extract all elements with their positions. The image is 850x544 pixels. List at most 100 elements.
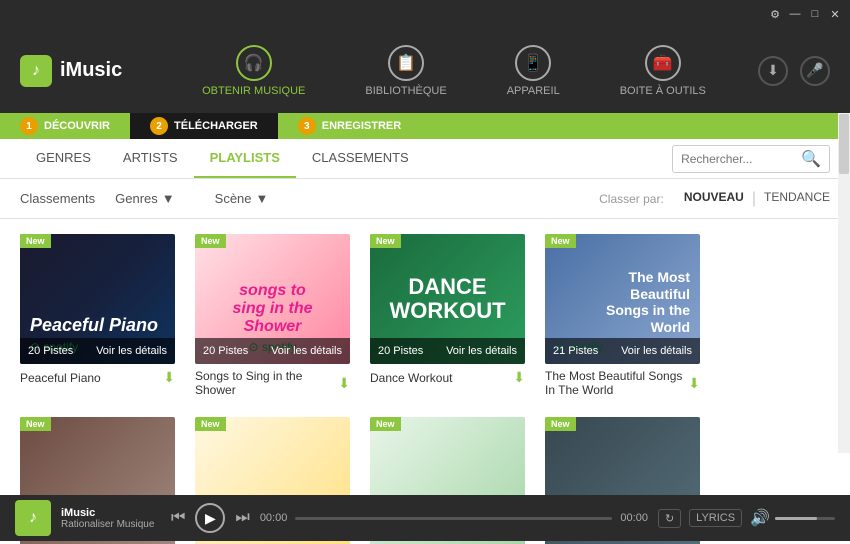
scene-arrow-icon: ▼ [256,191,269,206]
new-badge-row2-0: New [20,417,51,431]
filters-bar: Classements Genres ▼ Scène ▼ Classer par… [0,179,850,219]
player-thumbnail: ♪ [15,500,51,536]
playlist-thumb-dance: New DANCEWORKOUT 20 Pistes Voir les déta… [370,234,525,364]
volume-icon: 🔊 [750,508,770,528]
progress-section: 00:00 00:00 [260,512,648,524]
minimize-icon[interactable]: — [788,7,802,21]
close-icon[interactable]: ✕ [828,7,842,21]
decouvrir-label: DÉCOUVRIR [44,120,110,132]
playlist-footer-dance: 20 Pistes Voir les détails [370,338,525,364]
subnav-telecharger[interactable]: 2 TÉLÉCHARGER [130,113,278,139]
subnav-enregistrer[interactable]: 3 ENREGISTRER [278,113,421,139]
maximize-icon[interactable]: □ [808,7,822,21]
track-count-shower: 20 Pistes [203,345,248,357]
playlist-title-peaceful: Peaceful Piano [20,371,163,385]
volume-bar[interactable] [775,517,835,520]
player-right: ↻ LYRICS 🔊 [658,508,835,528]
search-icon: 🔍 [801,149,821,169]
sort-tendance[interactable]: TENDANCE [764,190,830,208]
new-badge-shower: New [195,234,226,248]
search-input[interactable] [681,152,801,166]
thumb-title-peaceful: Peaceful Piano [30,315,165,336]
repeat-button[interactable]: ↻ [658,509,681,528]
enregistrer-label: ENREGISTRER [322,120,401,132]
library-icon: 📋 [388,45,424,81]
tab-appareil[interactable]: 📱 APPAREIL [477,37,590,105]
new-badge-beautiful: New [545,234,576,248]
sort-label: Classer par: [599,192,664,206]
prev-button[interactable]: ⏮ [171,509,185,527]
headphones-icon: 🎧 [236,45,272,81]
sort-options: NOUVEAU | TENDANCE [684,190,830,208]
player-info: iMusic Rationaliser Musique [61,507,161,530]
app-title: iMusic [60,59,122,82]
new-badge-dance: New [370,234,401,248]
player-controls: ⏮ ▶ ⏭ [171,503,250,533]
main-nav: 🎧 OBTENIR MUSIQUE 📋 BIBLIOTHÈQUE 📱 APPAR… [150,37,758,105]
playlist-title-beautiful: The Most Beautiful Songs In The World [545,369,688,397]
nav-genres[interactable]: GENRES [20,139,107,178]
play-button[interactable]: ▶ [195,503,225,533]
details-link-beautiful[interactable]: Voir les détails [621,345,692,357]
content-nav: GENRES ARTISTS PLAYLISTS CLASSEMENTS 🔍 [0,139,850,179]
download-icon-peaceful[interactable]: ⬇ [163,369,175,386]
details-link-dance[interactable]: Voir les détails [446,345,517,357]
new-badge-kids: New [370,417,401,431]
thumb-title-dance: DANCEWORKOUT [389,275,505,323]
next-button[interactable]: ⏭ [235,509,249,527]
logo-icon: ♪ [20,55,52,87]
playlist-footer-peaceful: 20 Pistes Voir les détails [20,338,175,364]
enregistrer-badge: 3 [298,117,316,135]
progress-bar[interactable] [295,517,612,520]
decouvrir-badge: 1 [20,117,38,135]
download-icon-beautiful[interactable]: ⬇ [688,375,700,392]
playlist-card-songs-shower[interactable]: New songs tosing in theShower ⊙ spotify … [195,234,350,402]
playlist-thumb-beautiful: New The MostBeautifulSongs in theWorld ⊙… [545,234,700,364]
scrollbar[interactable] [838,113,850,453]
playlist-thumb-shower: New songs tosing in theShower ⊙ spotify … [195,234,350,364]
playlist-card-dance-workout[interactable]: New DANCEWORKOUT 20 Pistes Voir les déta… [370,234,525,402]
filter-scene[interactable]: Scène ▼ [215,191,269,206]
nav-classements[interactable]: CLASSEMENTS [296,139,425,178]
sort-nouveau[interactable]: NOUVEAU [684,190,744,208]
new-badge: New [20,234,51,248]
nav-artists[interactable]: ARTISTS [107,139,194,178]
playlist-footer-beautiful: 21 Pistes Voir les détails [545,338,700,364]
download-icon-dance[interactable]: ⬇ [513,369,525,386]
header: ♪ iMusic 🎧 OBTENIR MUSIQUE 📋 BIBLIOTHÈQU… [0,28,850,113]
tab-boite[interactable]: 🧰 BOITE À OUTILS [590,37,736,105]
playlist-title-shower: Songs to Sing in the Shower [195,369,338,397]
filter-classements[interactable]: Classements [20,191,95,206]
time-start: 00:00 [260,512,288,524]
download-button[interactable]: ⬇ [758,56,788,86]
tab-obtenir-label: OBTENIR MUSIQUE [202,85,305,97]
tab-obtenir-musique[interactable]: 🎧 OBTENIR MUSIQUE [172,37,335,105]
new-badge-road: New [195,417,226,431]
settings-icon[interactable]: ⚙ [768,7,782,21]
tab-boite-label: BOITE À OUTILS [620,85,706,97]
filter-genres[interactable]: Genres ▼ [115,191,175,206]
tab-appareil-label: APPAREIL [507,85,560,97]
search-box[interactable]: 🔍 [672,145,830,173]
tab-bibliotheque[interactable]: 📋 BIBLIOTHÈQUE [335,37,476,105]
lyrics-button[interactable]: LYRICS [689,509,742,527]
mic-button[interactable]: 🎤 [800,56,830,86]
playlist-card-beautiful-songs[interactable]: New The MostBeautifulSongs in theWorld ⊙… [545,234,700,402]
details-link[interactable]: Voir les détails [96,345,167,357]
window-controls: ⚙ — □ ✕ [768,7,842,21]
download-icon-shower[interactable]: ⬇ [338,375,350,392]
telecharger-label: TÉLÉCHARGER [174,120,258,132]
sub-nav: 1 DÉCOUVRIR 2 TÉLÉCHARGER 3 ENREGISTRER [0,113,850,139]
playlist-card-peaceful-piano[interactable]: New Peaceful Piano ⊙ spotify 20 Pistes V… [20,234,175,402]
tab-bibliotheque-label: BIBLIOTHÈQUE [365,85,446,97]
subnav-decouvrir[interactable]: 1 DÉCOUVRIR [0,113,130,139]
player-bar: ♪ iMusic Rationaliser Musique ⏮ ▶ ⏭ 00:0… [0,495,850,541]
scrollbar-thumb[interactable] [839,114,849,174]
details-link-shower[interactable]: Voir les détails [271,345,342,357]
app-logo: ♪ iMusic [20,55,150,87]
playlist-row-1: New Peaceful Piano ⊙ spotify 20 Pistes V… [20,234,830,402]
telecharger-badge: 2 [150,117,168,135]
volume-fill [775,517,817,520]
nav-playlists[interactable]: PLAYLISTS [194,139,296,178]
player-title: iMusic [61,507,161,519]
